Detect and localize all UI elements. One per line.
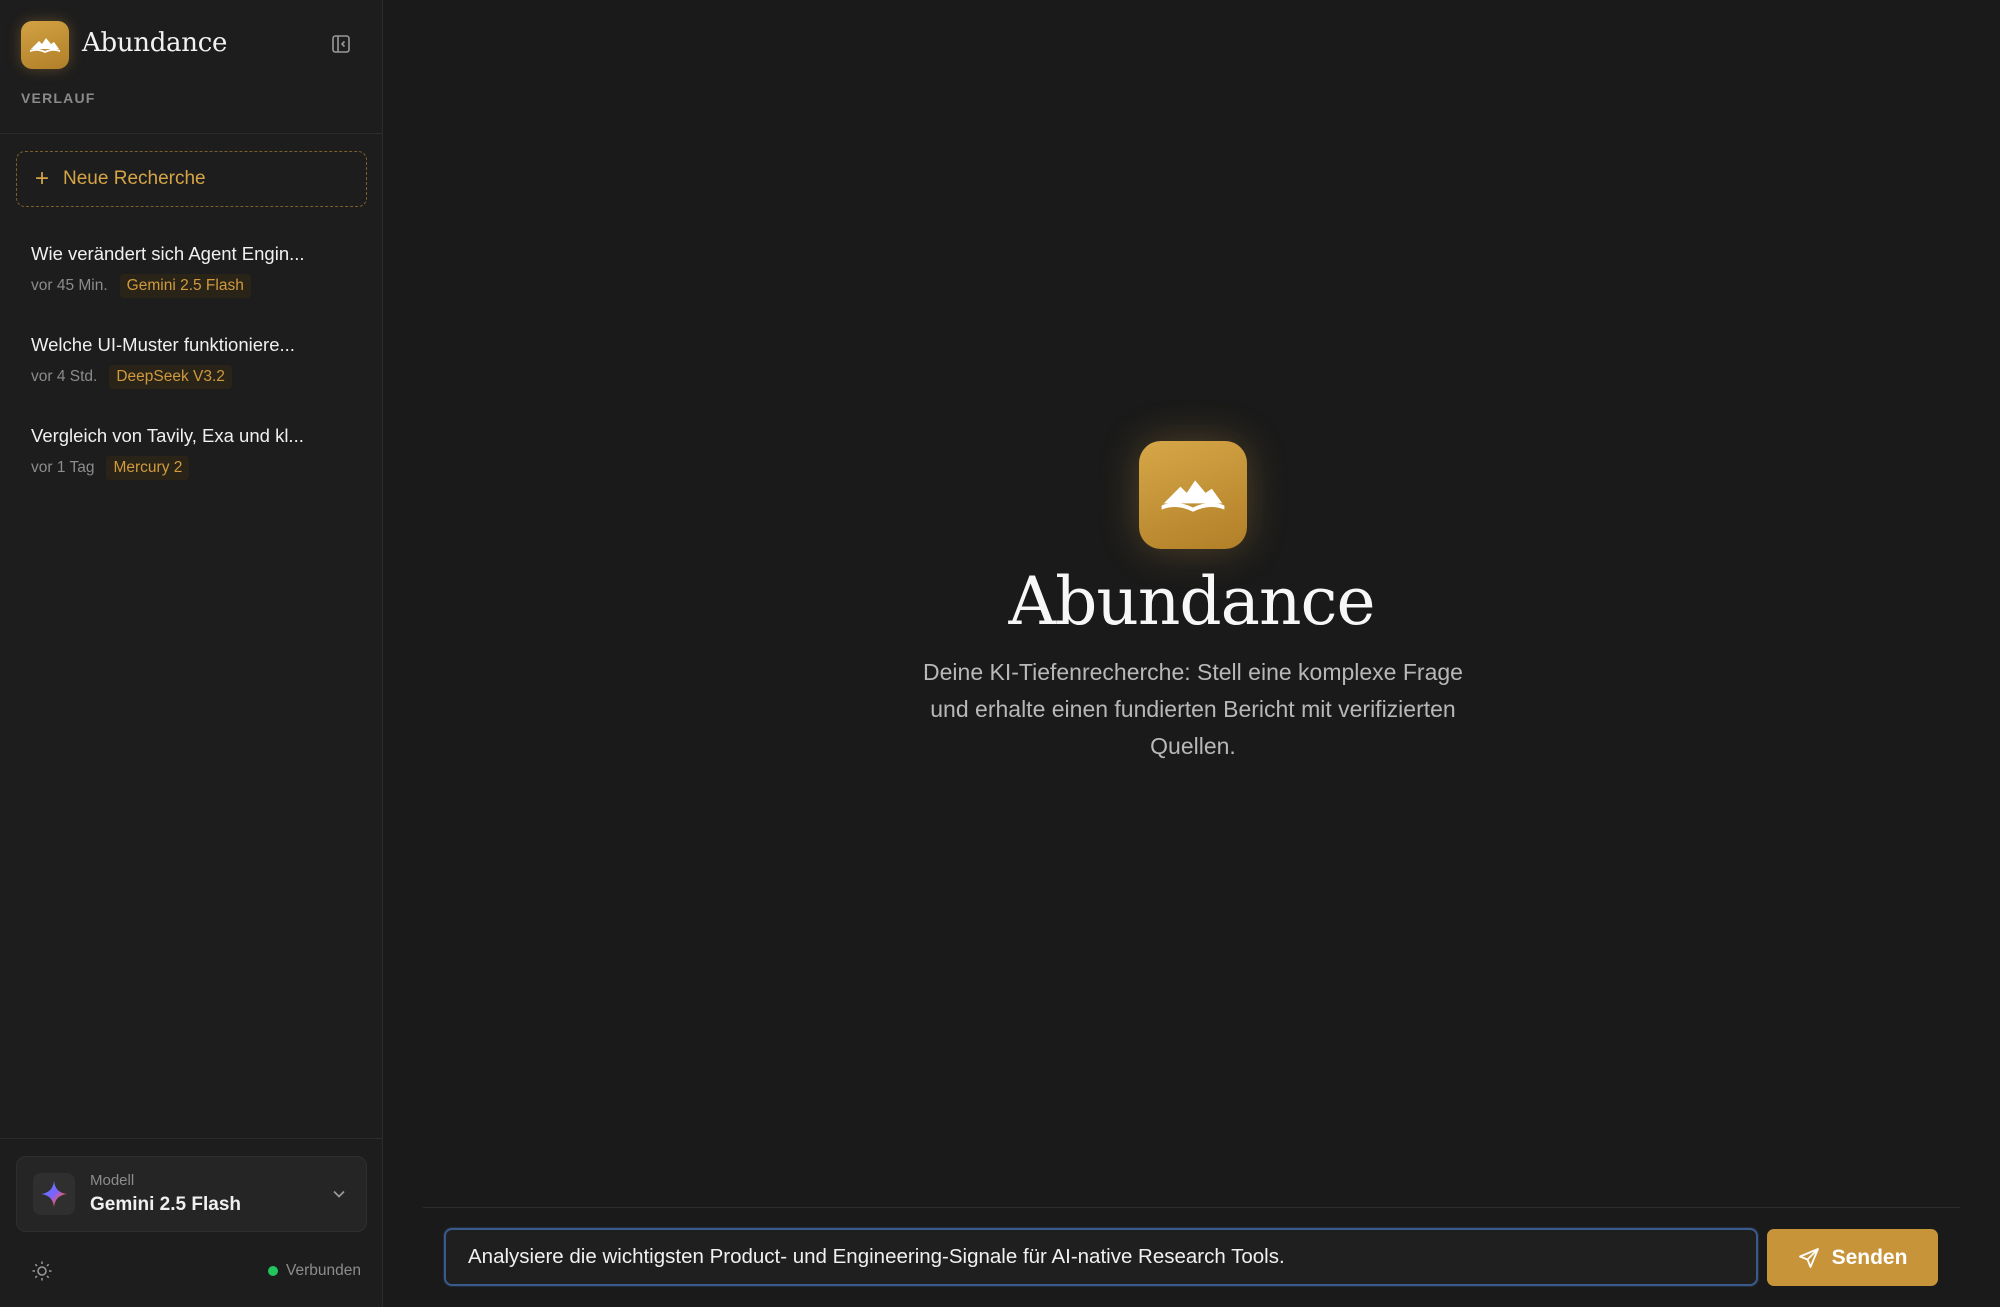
history-item-title: Wie verändert sich Agent Engin... [31,243,305,264]
paper-plane-icon [1798,1247,1819,1268]
history-item-time: vor 45 Min. [31,277,108,294]
research-query-input[interactable]: Analysiere die wichtigsten Product- und … [444,1228,1758,1286]
history-item[interactable]: Vergleich von Tavily, Exa und kl... vor … [0,410,383,501]
chevron-down-icon [330,1185,348,1208]
history-list: Wie verändert sich Agent Engin... vor 45… [0,228,383,501]
send-label: Senden [1831,1245,1908,1269]
model-badge: Gemini 2.5 Flash [119,274,251,298]
hero-title: Abundance [1008,563,1375,640]
model-label: Modell [90,1172,135,1189]
history-item[interactable]: Wie verändert sich Agent Engin... vor 45… [0,228,383,319]
history-item-title: Welche UI-Muster funktioniere... [31,334,295,355]
hero-subtitle: Deine KI-Tiefenrecherche: Stell eine kom… [923,659,1463,759]
send-button[interactable]: Senden [1767,1229,1938,1286]
brand-name: Abundance [82,28,228,58]
model-badge: Mercury 2 [106,456,190,480]
history-item[interactable]: Welche UI-Muster funktioniere... vor 4 S… [0,319,383,410]
sidebar-header: Abundance VERLAUF [0,0,382,134]
sidebar-footer: Modell Gemini 2.5 Flash Verbunden [0,1138,383,1307]
app-root: Abundance VERLAUF + Neue Recherche Wie v… [0,0,2000,1307]
history-item-time: vor 1 Tag [31,459,95,476]
history-item-time: vor 4 Std. [31,368,98,385]
gemini-sparkle-icon [33,1173,75,1215]
mountain-book-icon [1139,441,1247,549]
history-item-title: Vergleich von Tavily, Exa und kl... [31,425,304,446]
main-area: Abundance Deine KI-Tiefenrecherche: Stel… [383,0,2000,1307]
model-selector[interactable]: Modell Gemini 2.5 Flash [16,1156,367,1232]
status-dot [268,1266,278,1276]
sidebar-collapse-icon[interactable] [330,33,352,55]
connection-status: Verbunden [268,1262,361,1280]
status-text: Verbunden [286,1262,361,1279]
section-label: VERLAUF [21,90,96,106]
divider [423,1207,1960,1208]
new-research-label: Neue Recherche [63,168,206,189]
new-research-button[interactable]: + Neue Recherche [16,151,367,207]
plus-icon: + [35,165,50,192]
sidebar: Abundance VERLAUF + Neue Recherche Wie v… [0,0,383,1307]
mountain-book-icon[interactable] [21,21,69,69]
sun-icon[interactable] [31,1260,53,1282]
model-name: Gemini 2.5 Flash [90,1194,241,1215]
model-badge: DeepSeek V3.2 [109,365,232,389]
